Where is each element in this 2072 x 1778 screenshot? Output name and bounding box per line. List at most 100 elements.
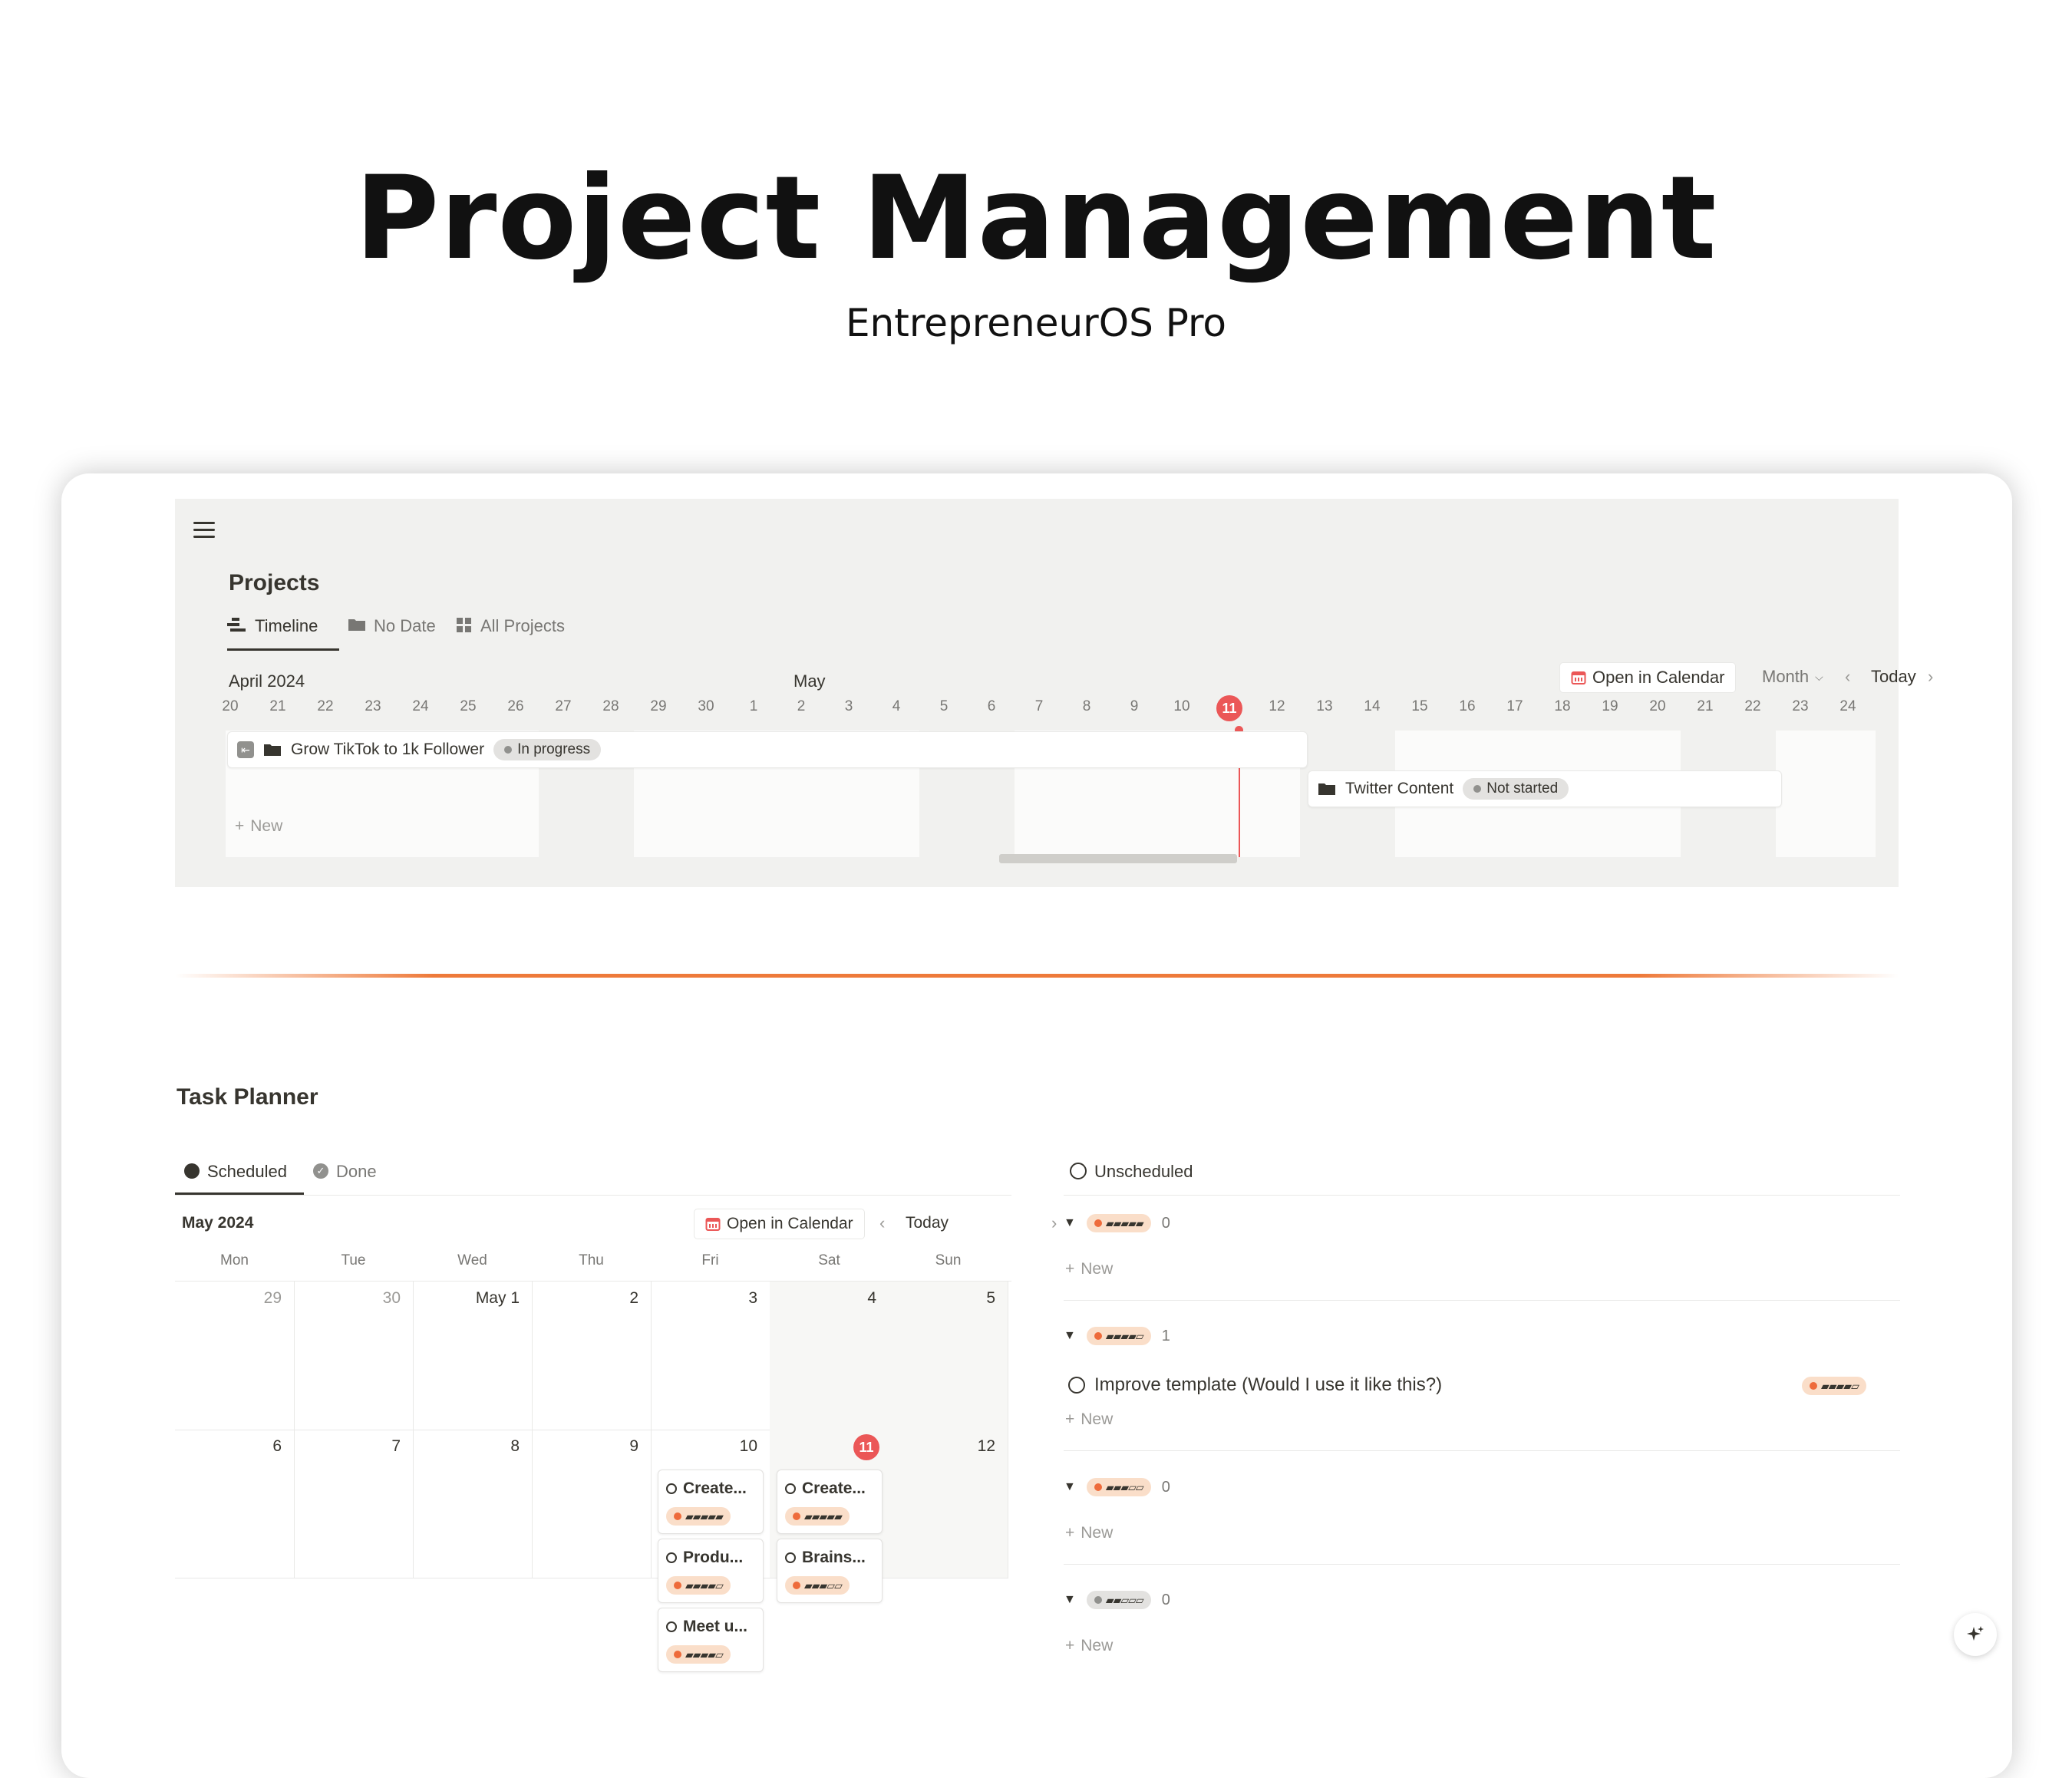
tab-all-projects[interactable]: All Projects xyxy=(456,616,565,648)
project-bar-tiktok[interactable]: ⇤ Grow TikTok to 1k Follower In progress xyxy=(227,731,1308,768)
sparkle-icon xyxy=(1967,1626,1984,1641)
calendar-day-cell[interactable]: 29 xyxy=(175,1282,295,1430)
task-card[interactable]: Meet u... ▰▰▰▰▱ xyxy=(658,1608,764,1672)
horizontal-scrollbar[interactable] xyxy=(999,854,1237,863)
priority-badge: ▰▰▰▰▰ xyxy=(666,1507,731,1526)
priority-group-header[interactable]: ▼ ▰▰▰▰▰ 0 xyxy=(1064,1214,1170,1232)
timeline-day: 25 xyxy=(460,698,477,714)
calendar-day-cell[interactable]: 9 xyxy=(532,1430,652,1578)
project-bar-twitter[interactable]: Twitter Content Not started xyxy=(1308,770,1782,807)
folder-icon xyxy=(264,744,281,756)
tab-label: All Projects xyxy=(480,616,566,635)
timeline-day: 9 xyxy=(1130,698,1139,714)
calendar-date: 6 xyxy=(272,1437,282,1455)
timeline-month-may: May xyxy=(793,671,826,691)
timeline-day: 30 xyxy=(698,698,714,714)
calendar-day-cell[interactable]: 6 xyxy=(175,1430,295,1578)
today-label: Today xyxy=(906,1214,949,1232)
next-button[interactable]: › xyxy=(1051,1209,1057,1238)
today-date-badge: 11 xyxy=(1216,695,1242,721)
projects-title: Projects xyxy=(229,570,320,595)
calendar-date: 10 xyxy=(739,1437,757,1455)
plus-icon: + xyxy=(1065,1260,1075,1278)
app-window: Projects Timeline No Date All Projects A… xyxy=(61,473,2012,1778)
new-label: New xyxy=(1081,1410,1114,1428)
task-title-row: Create... xyxy=(785,1479,866,1498)
tab-label: Timeline xyxy=(255,616,318,635)
calendar-day-cell[interactable]: 2 xyxy=(532,1282,652,1430)
status-label: Not started xyxy=(1486,780,1559,797)
new-task-button[interactable]: + New xyxy=(1065,1410,1113,1429)
calendar-day-cell[interactable]: 30 xyxy=(294,1282,414,1430)
today-button[interactable]: Today xyxy=(906,1209,949,1238)
timeline-day: 10 xyxy=(1173,698,1190,714)
today-button[interactable]: Today xyxy=(1871,662,1916,691)
status-label: In progress xyxy=(517,741,591,757)
tab-timeline[interactable]: Timeline xyxy=(227,616,318,648)
prev-button[interactable]: ‹ xyxy=(879,1209,885,1238)
priority-group-header[interactable]: ▼ ▰▰▰▰▱ 1 xyxy=(1064,1327,1170,1345)
task-card[interactable]: Create... ▰▰▰▰▰ xyxy=(777,1470,883,1534)
timeline-day: 20 xyxy=(1649,698,1666,714)
new-label: New xyxy=(1081,1637,1114,1654)
open-in-calendar-button[interactable]: Open in Calendar xyxy=(694,1209,865,1239)
calendar-day-cell[interactable]: 12 xyxy=(889,1430,1008,1578)
calendar-date: 12 xyxy=(977,1437,995,1455)
priority-group-header[interactable]: ▼ ▰▰▰▱▱ 0 xyxy=(1064,1478,1170,1496)
open-in-calendar-label: Open in Calendar xyxy=(727,1215,853,1232)
calendar-day-cell[interactable]: 5 xyxy=(889,1282,1008,1430)
circle-icon[interactable] xyxy=(1068,1377,1085,1394)
timeline-day: 23 xyxy=(365,698,381,714)
priority-group-header[interactable]: ▼ ▰▰▱▱▱ 0 xyxy=(1064,1591,1170,1609)
weekday-label: Tue xyxy=(341,1252,366,1268)
tab-unscheduled[interactable]: Unscheduled xyxy=(1070,1162,1193,1194)
calendar-date: 9 xyxy=(629,1437,638,1455)
filled-circle-icon xyxy=(184,1163,200,1179)
folder-icon xyxy=(1318,783,1335,795)
task-card[interactable]: Brains... ▰▰▰▱▱ xyxy=(777,1539,883,1603)
view-mode-dropdown[interactable]: Month ⌵ xyxy=(1762,662,1823,691)
timeline-day: 29 xyxy=(650,698,667,714)
next-button[interactable]: › xyxy=(1928,662,1933,691)
prev-button[interactable]: ‹ xyxy=(1845,662,1850,691)
priority-badge: ▰▰▰▰▰ xyxy=(785,1507,850,1526)
triangle-down-icon: ▼ xyxy=(1064,1329,1076,1342)
priority-badge: ▰▰▰▰▱ xyxy=(666,1645,731,1664)
timeline-day: 18 xyxy=(1554,698,1571,714)
tab-no-date[interactable]: No Date xyxy=(348,616,436,648)
unscheduled-task[interactable]: Improve template (Would I use it like th… xyxy=(1068,1374,1442,1396)
timeline-day: 22 xyxy=(1744,698,1761,714)
circle-icon xyxy=(1070,1163,1087,1179)
calendar-day-cell[interactable]: 7 xyxy=(294,1430,414,1578)
menu-icon[interactable] xyxy=(193,522,216,539)
priority-value: ▰▰▰▰▱ xyxy=(685,1648,724,1661)
calendar-date: 5 xyxy=(986,1289,995,1307)
new-task-button[interactable]: + New xyxy=(1065,1524,1113,1542)
project-title: Grow TikTok to 1k Follower xyxy=(291,741,485,758)
new-task-button[interactable]: + New xyxy=(1065,1637,1113,1655)
triangle-down-icon: ▼ xyxy=(1064,1593,1076,1606)
calendar-day-cell[interactable]: 8 xyxy=(413,1430,533,1578)
timeline-icon xyxy=(227,618,246,632)
circle-icon xyxy=(666,1621,677,1632)
task-card[interactable]: Create... ▰▰▰▰▰ xyxy=(658,1470,764,1534)
weekday-label: Thu xyxy=(579,1252,604,1268)
collapse-left-icon[interactable]: ⇤ xyxy=(237,741,254,758)
task-title: Create... xyxy=(683,1479,747,1497)
weekday-label: Sat xyxy=(818,1252,840,1268)
calendar-day-cell[interactable]: 3 xyxy=(651,1282,770,1430)
timeline-day: 26 xyxy=(507,698,524,714)
ai-assistant-button[interactable] xyxy=(1954,1613,1997,1656)
section-divider xyxy=(175,974,1899,978)
open-in-calendar-button[interactable]: Open in Calendar xyxy=(1559,662,1737,693)
calendar-day-cell[interactable]: 4 xyxy=(770,1282,889,1430)
timeline-new-button[interactable]: + New xyxy=(235,817,282,836)
task-title: Produ... xyxy=(683,1549,744,1566)
tab-done[interactable]: ✓ Done xyxy=(313,1162,377,1194)
task-card[interactable]: Produ... ▰▰▰▰▱ xyxy=(658,1539,764,1603)
chevron-down-icon: ⌵ xyxy=(1815,670,1823,683)
task-title: Create... xyxy=(802,1479,866,1497)
new-task-button[interactable]: + New xyxy=(1065,1260,1113,1278)
tab-scheduled[interactable]: Scheduled xyxy=(184,1162,287,1194)
calendar-day-cell[interactable]: May 1 xyxy=(413,1282,533,1430)
